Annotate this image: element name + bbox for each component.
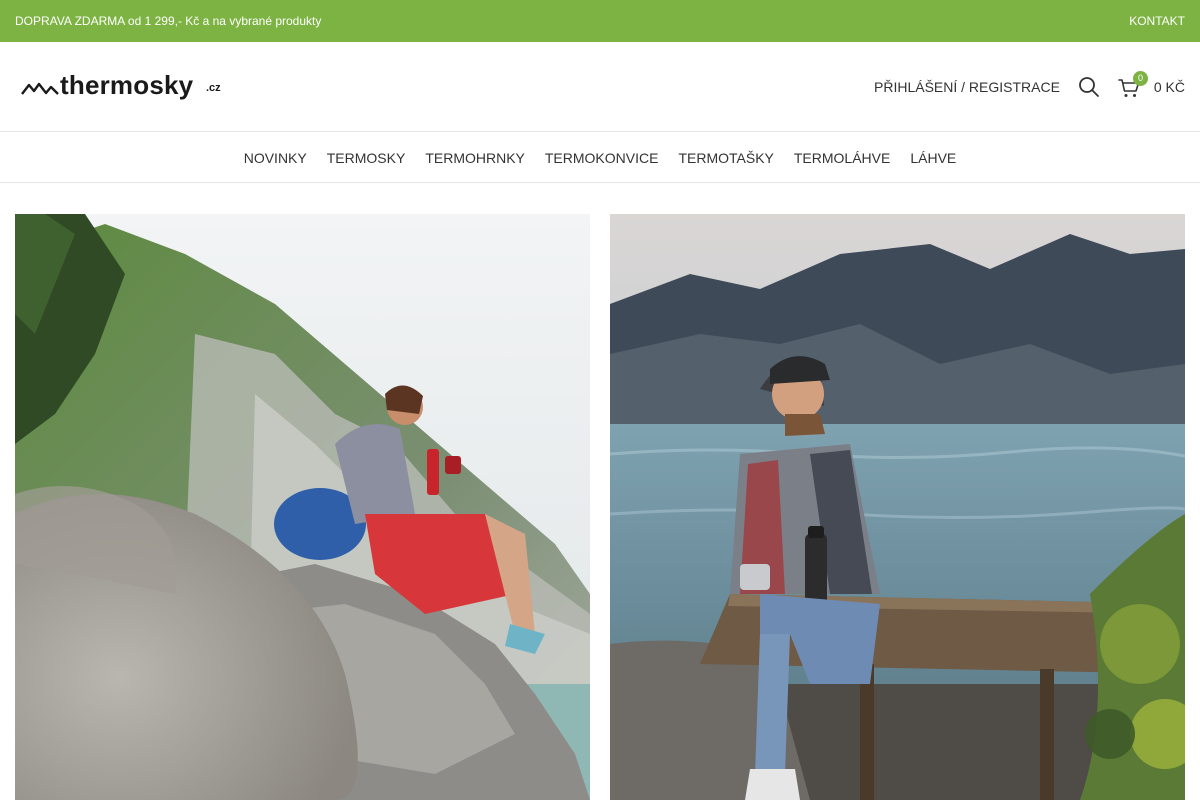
nav-item-termokonvice[interactable]: TERMOKONVICE xyxy=(535,150,669,166)
mountain-logo-icon xyxy=(21,82,59,95)
nav-item-lahve[interactable]: LÁHVE xyxy=(900,150,966,166)
nav-item-termohrnky[interactable]: TERMOHRNKY xyxy=(415,150,535,166)
banner-woman-thermos[interactable] xyxy=(15,214,590,800)
man-with-black-thermos-photo xyxy=(610,214,1185,800)
cart-button[interactable]: 0 0 KČ xyxy=(1118,71,1188,102)
main-navigation: NOVINKY TERMOSKY TERMOHRNKY TERMOKONVICE… xyxy=(0,133,1200,183)
woman-with-red-thermos-photo xyxy=(15,214,590,800)
cart-total: 0 KČ xyxy=(1153,79,1185,95)
nav-item-termosky[interactable]: TERMOSKY xyxy=(317,150,416,166)
promo-bar: DOPRAVA ZDARMA od 1 299,- Kč a na vybran… xyxy=(0,0,1200,42)
free-shipping-notice: DOPRAVA ZDARMA od 1 299,- Kč a na vybran… xyxy=(15,14,322,28)
nav-item-termolahve[interactable]: TERMOLÁHVE xyxy=(784,150,900,166)
nav-item-termotasky[interactable]: TERMOTAŠKY xyxy=(668,150,783,166)
login-register-link[interactable]: PŘIHLÁŠENÍ / REGISTRACE xyxy=(874,79,1060,95)
contact-link[interactable]: KONTAKT xyxy=(1129,14,1185,28)
search-icon[interactable] xyxy=(1078,76,1100,98)
banner-man-thermos[interactable] xyxy=(610,214,1185,800)
logo-tld: .cz xyxy=(206,82,221,94)
site-logo[interactable]: thermosky .cz xyxy=(20,70,230,104)
nav-item-novinky[interactable]: NOVINKY xyxy=(234,150,317,166)
cart-count-badge: 0 xyxy=(1133,71,1148,86)
logo-wordmark: thermosky xyxy=(60,70,194,100)
site-header: thermosky .cz PŘIHLÁŠENÍ / REGISTRACE 0 … xyxy=(0,42,1200,132)
